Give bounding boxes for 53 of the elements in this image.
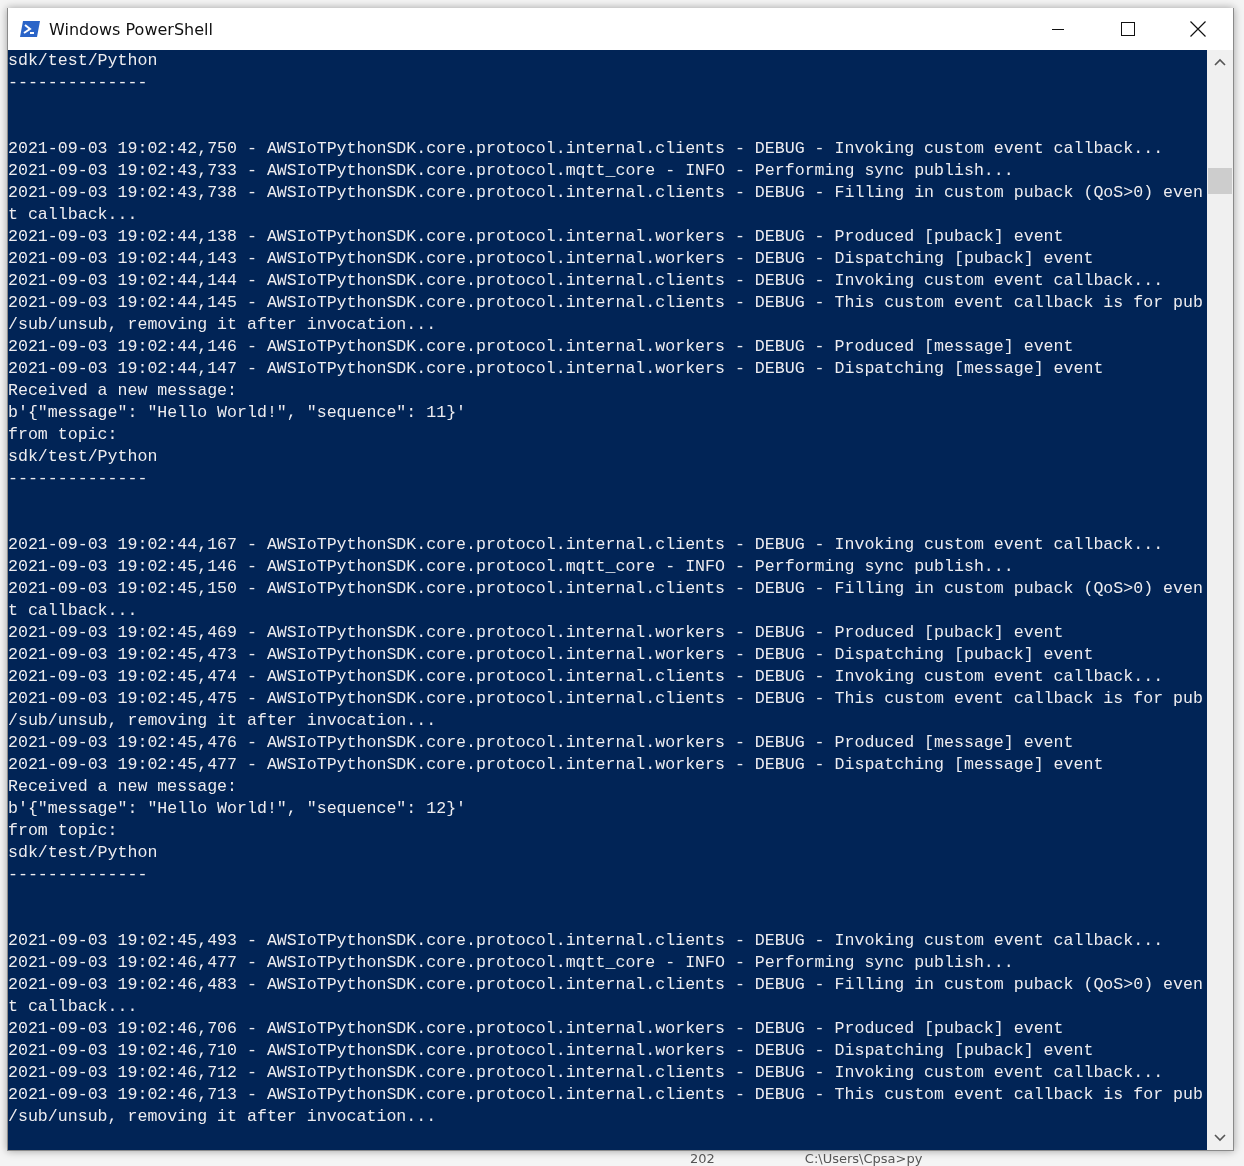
scroll-up-icon[interactable] (1214, 58, 1226, 66)
console-line: t callback... (8, 204, 139, 226)
console-line: 2021-09-03 19:02:46,712 - AWSIoTPythonSDK.core.protocol.internal.clients - DEBUG - Invoking custom event callback... (8, 1062, 1165, 1084)
console-line: 2021-09-03 19:02:43,738 - AWSIoTPythonSDK.core.protocol.internal.clients - DEBUG - Filling in custom puback (QoS>0) even (8, 182, 1204, 204)
console-line: 2021-09-03 19:02:44,138 - AWSIoTPythonSDK.core.protocol.internal.workers - DEBUG - Produced [puback] event (8, 226, 1065, 248)
console-line: /sub/unsub, removing it after invocation... (8, 1106, 438, 1128)
close-icon[interactable] (1190, 21, 1206, 37)
console-line: -------------- (8, 864, 149, 886)
window-title: Windows PowerShell (49, 19, 214, 39)
console-line: t callback... (8, 996, 139, 1018)
console-line: 2021-09-03 19:02:44,143 - AWSIoTPythonSDK.core.protocol.internal.workers - DEBUG - Dispatching [puback] event (8, 248, 1095, 270)
console-line: 2021-09-03 19:02:46,483 - AWSIoTPythonSDK.core.protocol.internal.clients - DEBUG - Filling in custom puback (QoS>0) even (8, 974, 1204, 996)
console-line: sdk/test/Python (8, 50, 159, 72)
scrollbar-thumb[interactable] (1208, 168, 1232, 194)
console-line: 2021-09-03 19:02:45,469 - AWSIoTPythonSDK.core.protocol.internal.workers - DEBUG - Produced [puback] event (8, 622, 1065, 644)
console-line: /sub/unsub, removing it after invocation... (8, 710, 438, 732)
console-line: 2021-09-03 19:02:45,475 - AWSIoTPythonSDK.core.protocol.internal.clients - DEBUG - This custom event callback is for pub (8, 688, 1204, 710)
console-line: 2021-09-03 19:02:45,477 - AWSIoTPythonSDK.core.protocol.internal.workers - DEBUG - Dispatching [message] event (8, 754, 1105, 776)
console-line: 2021-09-03 19:02:44,147 - AWSIoTPythonSDK.core.protocol.internal.workers - DEBUG - Dispatching [message] event (8, 358, 1105, 380)
console-line: Received a new message: (8, 776, 239, 798)
console-line: 2021-09-03 19:02:45,150 - AWSIoTPythonSDK.core.protocol.internal.clients - DEBUG - Filling in custom puback (QoS>0) even (8, 578, 1204, 600)
console-line: b'{"message": "Hello World!", "sequence": 12}' (8, 798, 468, 820)
powershell-icon (19, 20, 41, 38)
console-line: /sub/unsub, removing it after invocation... (8, 314, 438, 336)
console-line: b'{"message": "Hello World!", "sequence": 11}' (8, 402, 468, 424)
background-text: C:\Users\Cpsa>py (804, 1151, 923, 1166)
console-line: sdk/test/Python (8, 842, 159, 864)
console-line: 2021-09-03 19:02:45,474 - AWSIoTPythonSDK.core.protocol.internal.clients - DEBUG - Invoking custom event callback... (8, 666, 1165, 688)
console-line: 2021-09-03 19:02:45,476 - AWSIoTPythonSDK.core.protocol.internal.workers - DEBUG - Produced [message] event (8, 732, 1075, 754)
console-line: sdk/test/Python (8, 446, 159, 468)
console-line: 2021-09-03 19:02:42,750 - AWSIoTPythonSDK.core.protocol.internal.clients - DEBUG - Invoking custom event callback... (8, 138, 1165, 160)
console-line: 2021-09-03 19:02:45,493 - AWSIoTPythonSDK.core.protocol.internal.clients - DEBUG - Invoking custom event callback... (8, 930, 1165, 952)
console-line: 2021-09-03 19:02:45,146 - AWSIoTPythonSDK.core.protocol.mqtt_core - INFO - Performing sync publish... (8, 556, 1015, 578)
console-line: 2021-09-03 19:02:44,146 - AWSIoTPythonSDK.core.protocol.internal.workers - DEBUG - Produced [message] event (8, 336, 1075, 358)
console-line: 2021-09-03 19:02:46,713 - AWSIoTPythonSDK.core.protocol.internal.clients - DEBUG - This custom event callback is for pub (8, 1084, 1204, 1106)
console-line: -------------- (8, 72, 149, 94)
console-line: 2021-09-03 19:02:45,473 - AWSIoTPythonSDK.core.protocol.internal.workers - DEBUG - Dispatching [puback] event (8, 644, 1095, 666)
console-line: 2021-09-03 19:02:44,144 - AWSIoTPythonSDK.core.protocol.internal.clients - DEBUG - Invoking custom event callback... (8, 270, 1165, 292)
console-line: Received a new message: (8, 380, 239, 402)
console-line: t callback... (8, 600, 139, 622)
console-line: 2021-09-03 19:02:46,477 - AWSIoTPythonSDK.core.protocol.mqtt_core - INFO - Performing sync publish... (8, 952, 1015, 974)
console-line: 2021-09-03 19:02:44,145 - AWSIoTPythonSDK.core.protocol.internal.clients - DEBUG - This custom event callback is for pub (8, 292, 1204, 314)
console-line: from topic: (8, 424, 119, 446)
console-line: 2021-09-03 19:02:46,706 - AWSIoTPythonSDK.core.protocol.internal.workers - DEBUG - Produced [puback] event (8, 1018, 1065, 1040)
console-line: 2021-09-03 19:02:44,167 - AWSIoTPythonSDK.core.protocol.internal.clients - DEBUG - Invoking custom event callback... (8, 534, 1165, 556)
console-line: 2021-09-03 19:02:43,733 - AWSIoTPythonSDK.core.protocol.mqtt_core - INFO - Performing sync publish... (8, 160, 1015, 182)
console-line: -------------- (8, 468, 149, 490)
background-text: 202 (690, 1151, 715, 1166)
maximize-icon[interactable] (1121, 22, 1135, 36)
scroll-down-icon[interactable] (1214, 1134, 1226, 1142)
console-line: 2021-09-03 19:02:46,710 - AWSIoTPythonSDK.core.protocol.internal.workers - DEBUG - Dispatching [puback] event (8, 1040, 1095, 1062)
scrollbar[interactable] (1207, 50, 1233, 1150)
console-line: from topic: (8, 820, 119, 842)
